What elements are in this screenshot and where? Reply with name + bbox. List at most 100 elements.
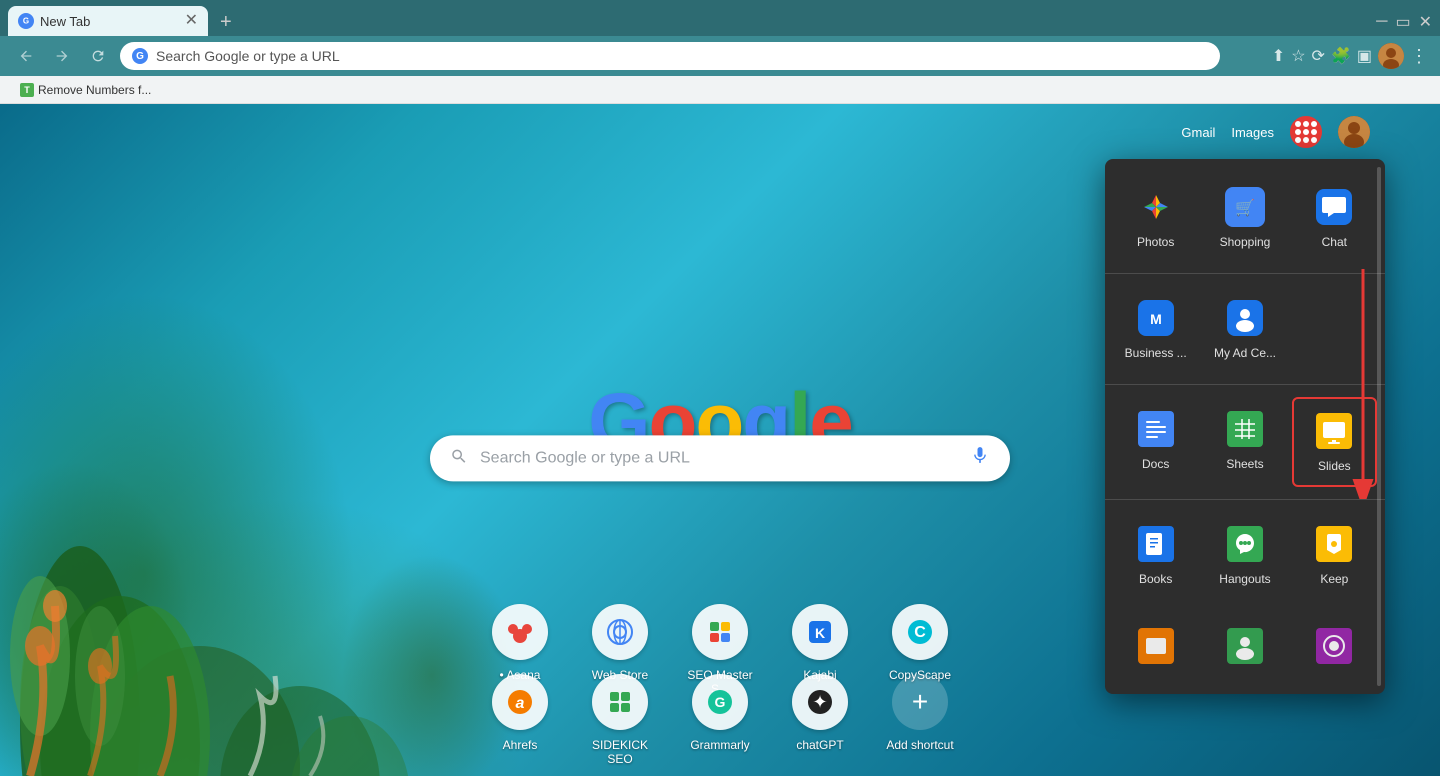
- app-keep[interactable]: Keep: [1292, 512, 1377, 598]
- apps-divider-1: [1105, 273, 1385, 274]
- chat-icon: [1314, 187, 1354, 227]
- apps-scrollbar[interactable]: [1377, 167, 1381, 686]
- app-photos[interactable]: Photos: [1113, 175, 1198, 261]
- split-view-icon[interactable]: ▣: [1357, 46, 1372, 66]
- shortcuts-row2: a Ahrefs SIDEKICK SEO G Grammarly ✦: [480, 674, 960, 766]
- bookmark-item[interactable]: T Remove Numbers f...: [12, 81, 159, 99]
- shortcut-grammarly[interactable]: G Grammarly: [680, 674, 760, 752]
- grammarly-label: Grammarly: [690, 738, 749, 752]
- apps-grid-row1: Photos 🛒 Shopping Chat: [1105, 167, 1385, 269]
- forward-button[interactable]: [48, 42, 76, 70]
- menu-icon[interactable]: ⋮: [1410, 46, 1428, 67]
- apps-grid-row4: Books Hangouts Keep: [1105, 504, 1385, 606]
- shortcut-ahrefs[interactable]: a Ahrefs: [480, 674, 560, 752]
- copyscape-icon: C: [892, 604, 948, 660]
- shortcut-kajabi[interactable]: K Kajabi: [780, 604, 860, 682]
- app-row5-icon-1: [1136, 626, 1176, 666]
- tab-bar-controls: ─ ▭ ✕: [1376, 12, 1432, 36]
- new-tab-button[interactable]: +: [212, 11, 240, 34]
- shortcut-add[interactable]: + Add shortcut: [880, 674, 960, 752]
- bookmark-label: Remove Numbers f...: [38, 83, 151, 97]
- myadcenter-label: My Ad Ce...: [1214, 346, 1276, 360]
- apps-grid-row2: M Business ... My Ad Ce...: [1105, 278, 1385, 380]
- images-link[interactable]: Images: [1231, 125, 1274, 140]
- app-sheets[interactable]: Sheets: [1202, 397, 1287, 487]
- add-shortcut-icon[interactable]: +: [892, 674, 948, 730]
- app-myadcenter[interactable]: My Ad Ce...: [1202, 286, 1287, 372]
- sidekick-label: SIDEKICK SEO: [580, 738, 660, 766]
- dot: [1311, 137, 1317, 143]
- ahrefs-label: Ahrefs: [503, 738, 538, 752]
- bookmark-bar: T Remove Numbers f...: [0, 76, 1440, 104]
- app-slides[interactable]: Slides: [1292, 397, 1377, 487]
- docs-icon: [1136, 409, 1176, 449]
- books-icon: [1136, 524, 1176, 564]
- tab-title: New Tab: [40, 14, 90, 29]
- app-row5-3[interactable]: [1292, 614, 1377, 678]
- app-chat[interactable]: Chat: [1292, 175, 1377, 261]
- minimize-icon[interactable]: ─: [1376, 13, 1387, 31]
- browser-frame: G New Tab ✕ + ─ ▭ ✕ G Search Google or t…: [0, 0, 1440, 776]
- business-icon: M: [1136, 298, 1176, 338]
- bookmark-icon[interactable]: ☆: [1291, 46, 1305, 66]
- photos-icon: [1136, 187, 1176, 227]
- hangouts-icon: [1225, 524, 1265, 564]
- back-button[interactable]: [12, 42, 40, 70]
- extensions-icon[interactable]: 🧩: [1331, 46, 1351, 66]
- reload-button[interactable]: [84, 42, 112, 70]
- sidekick-icon: [592, 674, 648, 730]
- books-label: Books: [1139, 572, 1172, 586]
- app-row5-2[interactable]: [1202, 614, 1287, 678]
- user-profile-avatar[interactable]: [1338, 116, 1370, 148]
- dot: [1303, 137, 1309, 143]
- asana-icon: [492, 604, 548, 660]
- shortcut-asana[interactable]: • Asana: [480, 604, 560, 682]
- webstore-icon: [592, 604, 648, 660]
- chatgpt-icon: ✦: [792, 674, 848, 730]
- app-docs[interactable]: Docs: [1113, 397, 1198, 487]
- shortcut-chatgpt[interactable]: ✦ chatGPT: [780, 674, 860, 752]
- restore-icon[interactable]: ▭: [1395, 12, 1410, 32]
- translate-icon[interactable]: ⟳: [1312, 46, 1325, 66]
- chatgpt-label: chatGPT: [796, 738, 843, 752]
- photos-label: Photos: [1137, 235, 1174, 249]
- user-avatar[interactable]: [1378, 43, 1404, 69]
- app-books[interactable]: Books: [1113, 512, 1198, 598]
- close-window-icon[interactable]: ✕: [1419, 12, 1432, 32]
- active-tab[interactable]: G New Tab ✕: [8, 6, 208, 36]
- svg-text:K: K: [815, 625, 825, 641]
- address-bar-right: ⬆ ☆ ⟳ 🧩 ▣ ⋮: [1272, 43, 1428, 69]
- address-input[interactable]: G Search Google or type a URL: [120, 42, 1220, 70]
- app-shopping[interactable]: 🛒 Shopping: [1202, 175, 1287, 261]
- dot: [1295, 121, 1301, 127]
- top-links: Gmail Images: [1181, 116, 1370, 148]
- svg-text:a: a: [516, 695, 525, 712]
- shortcut-webstore[interactable]: Web Store: [580, 604, 660, 682]
- address-text: Search Google or type a URL: [156, 48, 1208, 64]
- business-label: Business ...: [1125, 346, 1187, 360]
- sheets-icon: [1225, 409, 1265, 449]
- docs-label: Docs: [1142, 457, 1169, 471]
- tab-close-button[interactable]: ✕: [185, 13, 198, 29]
- search-input[interactable]: Search Google or type a URL: [480, 449, 958, 467]
- shortcut-copyscape[interactable]: C CopyScape: [880, 604, 960, 682]
- apps-grid-button[interactable]: [1290, 116, 1322, 148]
- svg-text:C: C: [914, 624, 926, 641]
- app-row5-1[interactable]: [1113, 614, 1198, 678]
- app-business[interactable]: M Business ...: [1113, 286, 1198, 372]
- shopping-icon: 🛒: [1225, 187, 1265, 227]
- shopping-label: Shopping: [1220, 235, 1271, 249]
- gmail-link[interactable]: Gmail: [1181, 125, 1215, 140]
- svg-text:✦: ✦: [812, 692, 827, 712]
- tab-favicon: G: [18, 13, 34, 29]
- shortcut-sidekick[interactable]: SIDEKICK SEO: [580, 674, 660, 766]
- search-container: Search Google or type a URL: [430, 435, 1010, 481]
- share-icon[interactable]: ⬆: [1272, 46, 1285, 66]
- tab-bar: G New Tab ✕ + ─ ▭ ✕: [0, 0, 1440, 36]
- dot: [1303, 121, 1309, 127]
- add-shortcut-label: Add shortcut: [886, 738, 953, 752]
- search-bar[interactable]: Search Google or type a URL: [430, 435, 1010, 481]
- app-hangouts[interactable]: Hangouts: [1202, 512, 1287, 598]
- mic-icon[interactable]: [970, 445, 990, 471]
- hangouts-label: Hangouts: [1219, 572, 1270, 586]
